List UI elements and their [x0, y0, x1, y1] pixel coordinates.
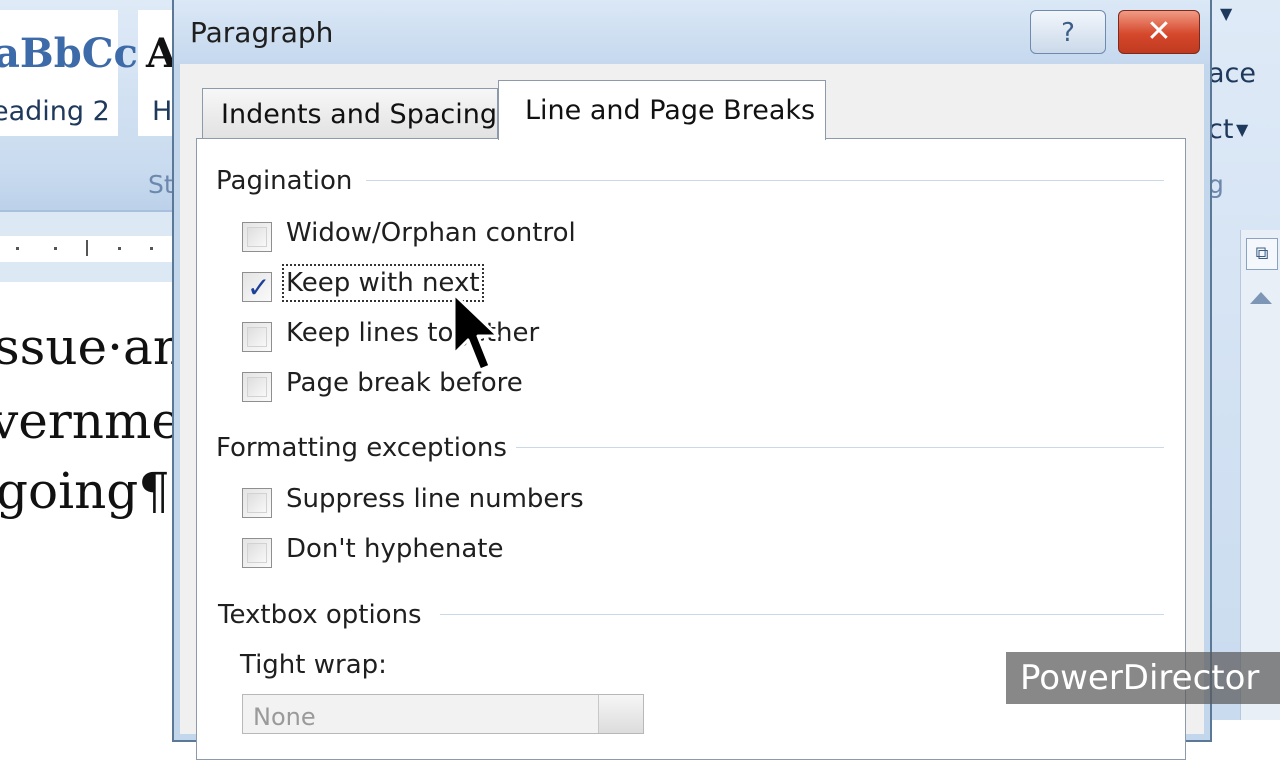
tab-label: Indents and Spacing — [221, 99, 497, 130]
help-button[interactable]: ? — [1030, 10, 1106, 54]
tight-wrap-select[interactable]: None — [242, 694, 644, 734]
style-name: H — [152, 96, 173, 127]
document-text-line[interactable]: ssue·an — [0, 318, 185, 376]
pagination-heading: Pagination — [216, 166, 353, 196]
view-ruler-icon[interactable]: ⧉ — [1246, 238, 1278, 270]
dont-hyphenate-label[interactable]: Don't hyphenate — [286, 534, 503, 564]
chevron-down-icon[interactable] — [598, 695, 643, 733]
dialog-title: Paragraph — [190, 16, 334, 49]
dialog-titlebar[interactable]: Paragraph ? ✕ — [174, 0, 1210, 64]
checkmark-icon: ✓ — [247, 271, 271, 304]
style-sample: aBbCc — [0, 30, 138, 77]
section-divider — [366, 180, 1164, 181]
dont-hyphenate-checkbox[interactable] — [242, 538, 272, 568]
tab-label: Line and Page Breaks — [525, 95, 816, 126]
mouse-pointer-icon — [452, 292, 500, 372]
scroll-up-arrow-icon[interactable] — [1250, 292, 1272, 304]
page-break-before-checkbox[interactable] — [242, 372, 272, 402]
keep-lines-together-checkbox[interactable] — [242, 322, 272, 352]
ruler-tick — [86, 240, 88, 256]
tab-indents-and-spacing[interactable]: Indents and Spacing — [202, 88, 498, 138]
tight-wrap-value: None — [253, 703, 316, 731]
ruler-tick — [16, 247, 19, 250]
chevron-down-icon[interactable]: ▼ — [1236, 120, 1248, 139]
style-name: eading 2 — [0, 96, 110, 127]
textbox-options-heading: Textbox options — [218, 600, 422, 630]
close-button[interactable]: ✕ — [1118, 10, 1200, 54]
document-text-line[interactable]: vernme — [0, 392, 181, 450]
ruler-tick — [150, 247, 153, 250]
keep-lines-together-label[interactable]: Keep lines together — [286, 318, 539, 348]
document-text-line[interactable]: going¶ — [0, 462, 170, 520]
tight-wrap-label: Tight wrap: — [240, 650, 387, 680]
section-divider — [440, 614, 1164, 615]
watermark-text: PowerDirector — [1020, 658, 1260, 698]
video-watermark: PowerDirector — [1006, 652, 1280, 704]
paragraph-dialog: Paragraph ? ✕ Indents and Spacing Line a… — [172, 0, 1212, 760]
suppress-line-numbers-label[interactable]: Suppress line numbers — [286, 484, 584, 514]
suppress-line-numbers-checkbox[interactable] — [242, 488, 272, 518]
styles-group-label: St — [148, 170, 174, 199]
keep-with-next-label[interactable]: Keep with next — [282, 264, 484, 302]
ruler-tick — [118, 247, 121, 250]
ribbon-replace-label[interactable]: ace — [1208, 58, 1256, 89]
chevron-down-icon[interactable]: ▼ — [1220, 4, 1232, 23]
widow-orphan-checkbox[interactable] — [242, 222, 272, 252]
tab-line-and-page-breaks[interactable]: Line and Page Breaks — [498, 80, 826, 140]
section-divider — [516, 447, 1164, 448]
formatting-exceptions-heading: Formatting exceptions — [216, 433, 507, 463]
widow-orphan-label[interactable]: Widow/Orphan control — [286, 218, 576, 248]
keep-with-next-checkbox[interactable]: ✓ — [242, 271, 272, 304]
ruler-tick — [54, 247, 57, 250]
